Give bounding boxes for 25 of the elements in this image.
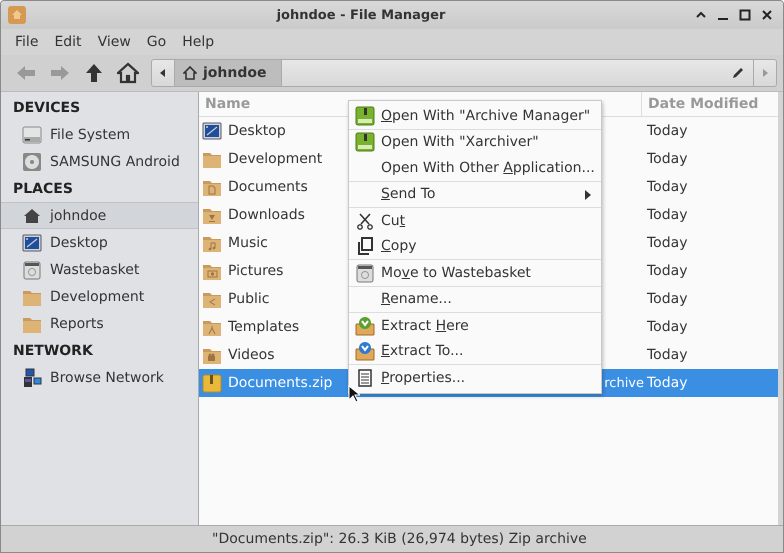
file-name: Documents <box>228 179 308 195</box>
file-date: Today <box>647 151 688 167</box>
file-name: Public <box>228 291 270 307</box>
file-date: Today <box>647 319 688 335</box>
file-name: Desktop <box>228 123 286 139</box>
sidebar-heading: DEVICES <box>12 98 82 118</box>
file-date: Today <box>647 235 688 251</box>
file-date: Today <box>647 263 688 279</box>
file-date: Today <box>647 179 688 195</box>
file-name: Development <box>228 151 322 167</box>
sidebar-heading: NETWORK <box>12 342 94 360</box>
file-date: Today <box>647 123 688 139</box>
file-name: Templates <box>228 319 300 335</box>
file-name: Music <box>228 235 268 251</box>
file-name: Documents.zip <box>228 375 332 391</box>
file-type: rchive <box>604 376 644 390</box>
file-name: Videos <box>228 347 275 363</box>
file-date: Today <box>647 375 688 391</box>
window-title: johndoe - File Manager <box>275 8 446 22</box>
file-date: Today <box>647 347 688 363</box>
file-name: Pictures <box>228 263 284 279</box>
sidebar-heading: PLACES <box>12 180 74 198</box>
file-date: Today <box>647 291 688 307</box>
file-name: Downloads <box>228 207 305 223</box>
file-date: Today <box>647 207 688 223</box>
